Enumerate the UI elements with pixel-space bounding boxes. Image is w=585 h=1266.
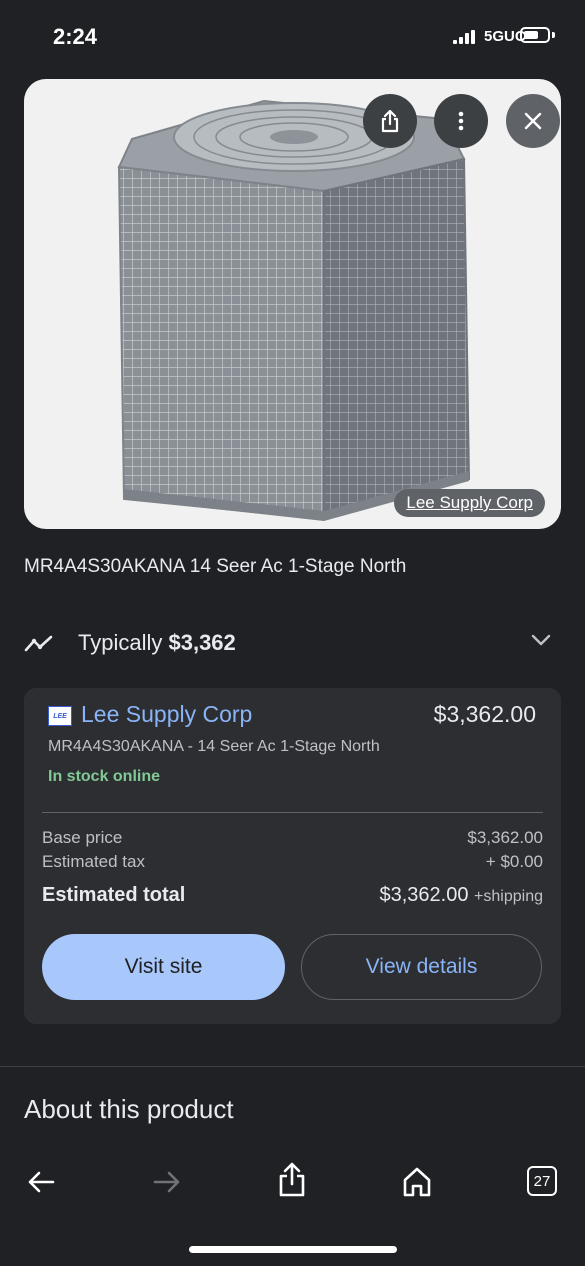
total-value-group: $3,362.00 +shipping	[380, 884, 544, 907]
battery-tip	[552, 32, 555, 38]
typical-label: Typically	[78, 630, 163, 655]
back-arrow-icon[interactable]	[27, 1170, 55, 1194]
section-divider	[0, 1066, 585, 1067]
more-options-button[interactable]	[434, 94, 488, 148]
base-price-value: $3,362.00	[467, 828, 543, 847]
share-image-button[interactable]	[363, 94, 417, 148]
typical-price: $3,362	[168, 630, 236, 655]
share-icon[interactable]	[277, 1162, 307, 1198]
about-product-heading[interactable]: About this product	[24, 1094, 234, 1125]
home-indicator[interactable]	[189, 1246, 397, 1253]
total-label: Estimated total	[42, 884, 186, 906]
offer-card: LEE Lee Supply Corp $3,362.00 MR4A4S30AK…	[24, 688, 561, 1024]
status-time: 2:24	[53, 24, 98, 49]
image-source-link[interactable]: Lee Supply Corp	[394, 489, 545, 517]
tax-label: Estimated tax	[42, 852, 145, 871]
share-icon	[381, 109, 399, 133]
price-trend-icon	[24, 635, 53, 652]
shipping-note: +shipping	[474, 888, 543, 905]
offer-price: $3,362.00	[433, 701, 536, 727]
merchant-link[interactable]: Lee Supply Corp	[81, 701, 252, 728]
offer-subtitle: MR4A4S30AKANA - 14 Seer Ac 1-Stage North	[48, 738, 380, 755]
product-image[interactable]: Lee Supply Corp	[24, 79, 561, 529]
typical-price-label: Typically $3,362	[78, 630, 236, 656]
close-button[interactable]	[506, 94, 560, 148]
tax-value: + $0.00	[485, 852, 543, 871]
base-price-row: Base price $3,362.00	[42, 828, 543, 848]
browser-toolbar: 27	[0, 1150, 585, 1220]
tabs-button[interactable]: 27	[527, 1166, 557, 1196]
signal-icon	[453, 30, 475, 44]
divider	[42, 812, 543, 813]
total-value: $3,362.00	[379, 884, 469, 906]
more-vert-icon	[458, 111, 464, 131]
tax-row: Estimated tax + $0.00	[42, 852, 543, 872]
stock-status: In stock online	[48, 768, 161, 785]
product-title: MR4A4S30AKANA 14 Seer Ac 1-Stage North	[24, 556, 407, 577]
total-row: Estimated total $3,362.00 +shipping	[42, 884, 543, 907]
battery-icon	[520, 27, 550, 43]
close-icon	[524, 112, 542, 130]
merchant-logo: LEE	[48, 706, 72, 726]
home-icon[interactable]	[401, 1166, 433, 1198]
tabs-count: 27	[533, 1172, 551, 1190]
status-bar: 2:24 5GUC	[0, 0, 585, 70]
typical-price-row[interactable]: Typically $3,362	[24, 628, 561, 660]
view-details-button[interactable]: View details	[301, 934, 542, 1000]
forward-arrow-icon[interactable]	[153, 1170, 181, 1194]
base-price-label: Base price	[42, 828, 123, 847]
chevron-down-icon	[531, 634, 551, 646]
ac-unit-image	[117, 99, 471, 521]
visit-site-button[interactable]: Visit site	[42, 934, 285, 1000]
